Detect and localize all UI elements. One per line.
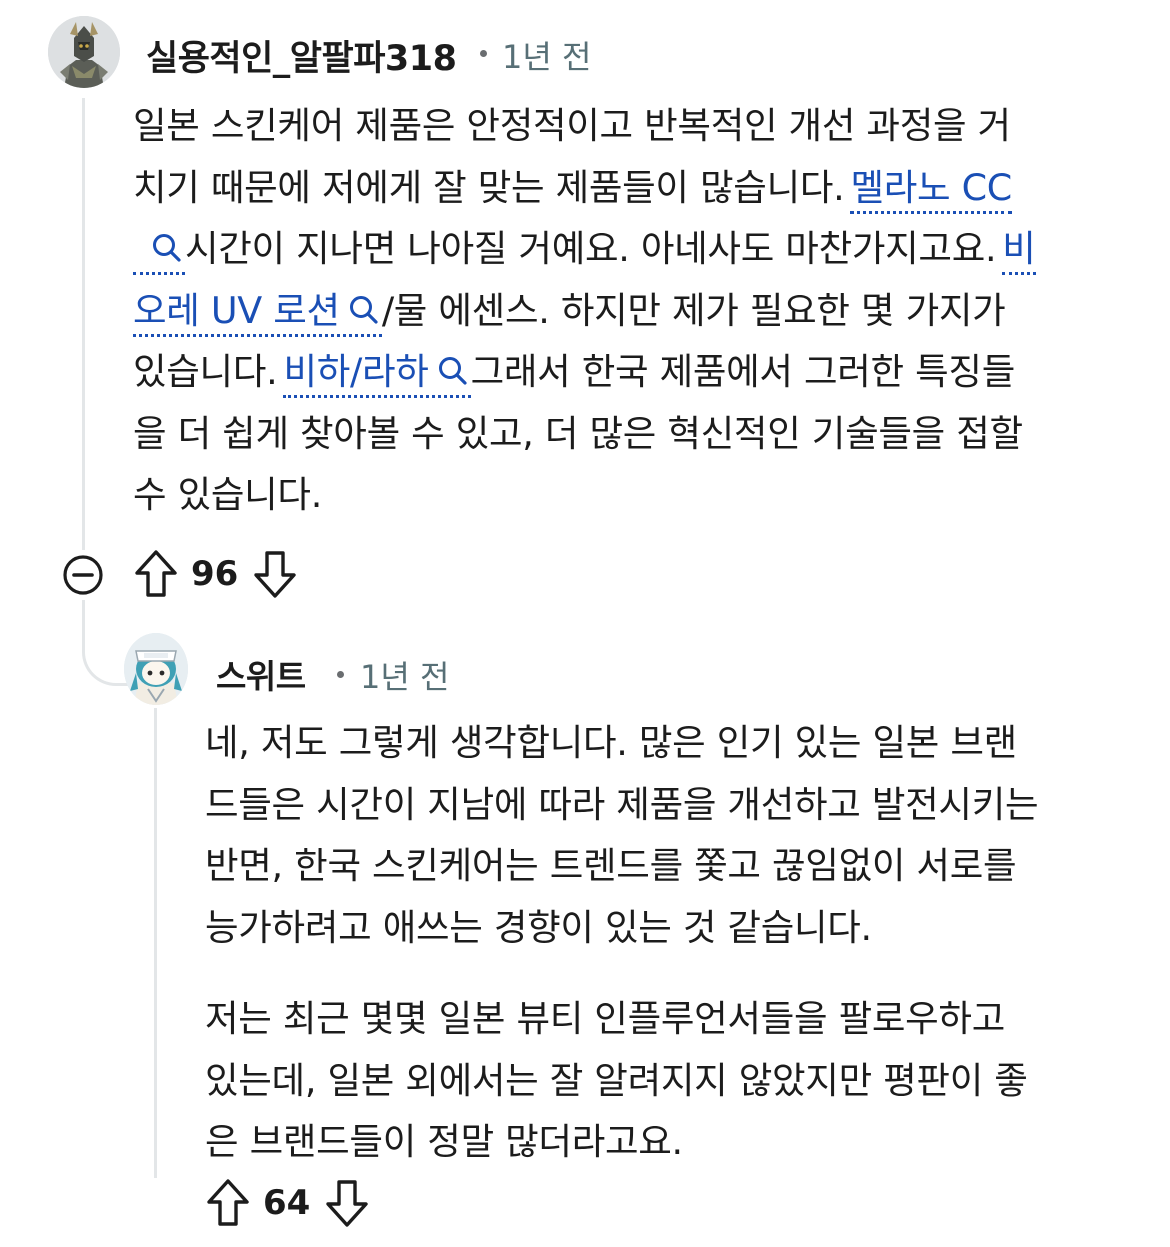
comment-line: 시간이 지나면 나아질 거예요. 아네사도 마찬가지고요. 비: [133, 218, 1036, 280]
downvote-icon[interactable]: [252, 549, 298, 599]
keyword-link[interactable]: 오레 UV 로션: [133, 288, 382, 337]
search-icon: [349, 295, 378, 324]
keyword-text: 오레 UV 로션: [133, 288, 340, 332]
comment-line: 을 더 쉽게 찾아볼 수 있고, 더 많은 혁신적인 기술들을 접할: [133, 411, 1023, 455]
keyword-link[interactable]: [133, 227, 185, 275]
vote-count: 96: [191, 554, 239, 594]
comment-text: 시간이 지나면 나아질 거예요. 아네사도 마찬가지고요.: [185, 227, 997, 270]
avatar[interactable]: [124, 633, 188, 705]
comment-line: 치기 때문에 저에게 잘 맞는 제품들이 많습니다. 멜라노 CC: [133, 157, 1036, 219]
collapse-button[interactable]: [61, 553, 105, 597]
keyword-link[interactable]: 멜라노 CC: [850, 165, 1012, 214]
vote-bar: 96: [133, 549, 298, 599]
comment-body: 일본 스킨케어 제품은 안정적이고 반복적인 개선 과정을 거 치기 때문에 저…: [133, 95, 1036, 526]
comment-line: 수 있습니다.: [133, 473, 323, 516]
username[interactable]: 스위트: [216, 650, 306, 698]
keyword-link[interactable]: 비하/라하: [283, 350, 471, 398]
comment-text: 그래서 한국 제품에서 그러한 특징들: [470, 350, 1016, 393]
thread-line-main: [82, 98, 85, 550]
thread-line-reply: [154, 708, 157, 1178]
comment-body: 네, 저도 그렇게 생각합니다. 많은 인기 있는 일본 브랜 드들은 시간이 …: [205, 712, 1039, 1173]
comment-text: 있습니다.: [133, 350, 278, 393]
timestamp: 1년 전: [360, 658, 450, 696]
separator-dot: [337, 671, 344, 678]
comment-line: 오레 UV 로션/물 에센스. 하지만 제가 필요한 몇 가지가: [133, 280, 1036, 342]
knight-avatar-icon: [48, 16, 120, 88]
comment-line: 저는 최근 몇몇 일본 뷰티 인플루언서들을 팔로우하고: [205, 997, 1005, 1040]
vote-bar: 64: [205, 1178, 370, 1228]
username[interactable]: 실용적인_알팔파318: [146, 30, 457, 81]
keyword-text: 비하/라하: [283, 350, 429, 393]
collapse-minus-icon: [63, 555, 103, 595]
upvote-icon[interactable]: [205, 1178, 251, 1228]
downvote-icon[interactable]: [324, 1178, 370, 1228]
comment-line: 일본 스킨케어 제품은 안정적이고 반복적인 개선 과정을 거: [133, 104, 1011, 147]
comment-line: 드들은 시간이 지남에 따라 제품을 개선하고 발전시키는: [205, 782, 1039, 826]
upvote-icon[interactable]: [133, 549, 179, 599]
avatar[interactable]: [48, 16, 120, 88]
timestamp: 1년 전: [502, 38, 592, 76]
character-avatar-icon: [124, 633, 188, 705]
comment-line: 은 브랜드들이 정말 많더라고요.: [205, 1120, 683, 1163]
search-icon: [153, 234, 181, 262]
comment-line: 있습니다. 비하/라하 그래서 한국 제품에서 그러한 특징들: [133, 341, 1036, 403]
comment-line: 능가하려고 애쓰는 경향이 있는 것 같습니다.: [205, 905, 872, 949]
comment-line: 있는데, 일본 외에서는 잘 알려지지 않았지만 평판이 좋: [205, 1058, 1028, 1102]
comment-text: 치기 때문에 저에게 잘 맞는 제품들이 많습니다.: [133, 165, 845, 209]
comment-line: 반면, 한국 스킨케어는 트렌드를 쫓고 끊임없이 서로를: [205, 844, 1017, 887]
keyword-link[interactable]: 비: [1002, 227, 1036, 275]
separator-dot: [480, 50, 487, 57]
comment-line: 네, 저도 그렇게 생각합니다. 많은 인기 있는 일본 브랜: [205, 721, 1017, 764]
vote-count: 64: [263, 1183, 311, 1223]
thread-branch-curve: [82, 600, 128, 686]
comment-text: /물 에센스. 하지만 제가 필요한 몇 가지가: [381, 288, 1006, 332]
search-icon: [438, 357, 467, 385]
